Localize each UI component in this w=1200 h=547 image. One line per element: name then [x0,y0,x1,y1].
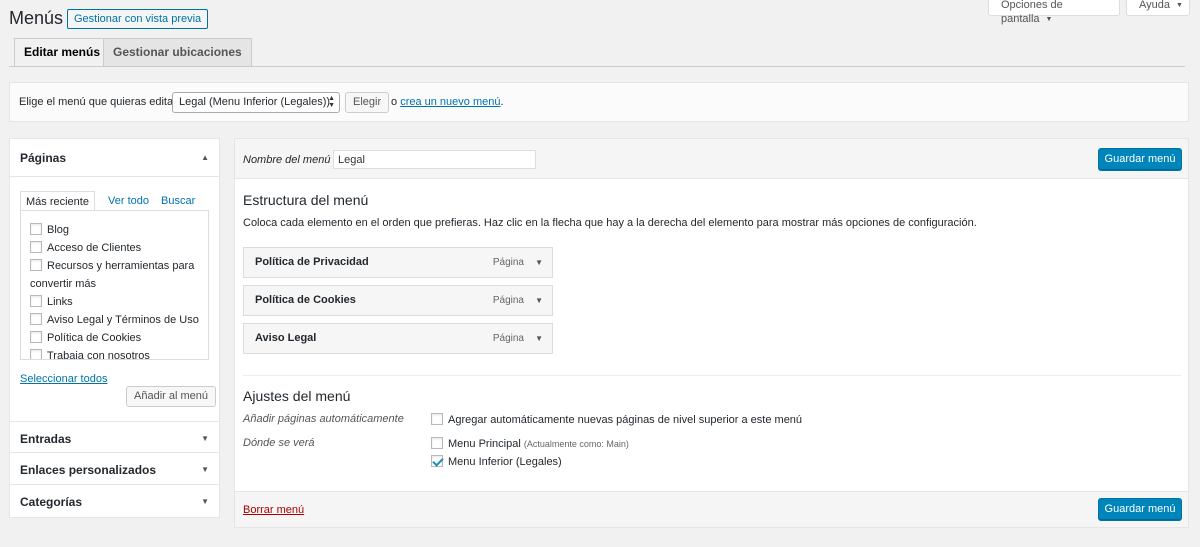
list-item-label: Recursos y herramientas para [47,260,195,272]
save-menu-button[interactable]: Guardar menú [1098,148,1182,171]
subtab-search[interactable]: Buscar [156,191,200,211]
pages-section-title: Páginas [20,151,67,165]
menu-name-label: Nombre del menú [243,154,331,166]
caret-down-icon: ▼ [201,465,209,474]
menu-item-title: Política de Cookies [255,294,356,306]
menu-structure-description: Coloca cada elemento en el orden que pre… [243,217,977,229]
save-menu-button-bottom[interactable]: Guardar menú [1098,498,1182,521]
select-menu-label: Elige el menú que quieras editar: [19,96,180,108]
menu-item-legal-notice[interactable]: Aviso Legal Página ▼ [243,323,553,354]
tab-edit-menus[interactable]: Editar menús [14,38,111,67]
auto-add-label: Añadir páginas automáticamente [243,413,404,425]
menu-structure-title: Estructura del menú [243,192,369,208]
list-item[interactable]: Política de Cookies [30,329,202,347]
auto-add-option-label: Agregar automáticamente nuevas páginas d… [448,414,803,426]
or-text: o [391,96,398,108]
manage-with-preview-button[interactable]: Gestionar con vista previa [67,9,209,29]
screen-options-label: Opciones de pantalla [1001,0,1063,25]
pages-checklist[interactable]: Blog Acceso de Clientes Recursos y herra… [20,210,209,360]
location-footer-checkbox[interactable] [431,455,443,467]
list-item[interactable]: Recursos y herramientas para [30,257,202,275]
caret-down-icon[interactable]: ▼ [535,248,543,277]
subtab-most-recent[interactable]: Más reciente [20,191,95,211]
custom-links-section-title: Enlaces personalizados [20,463,157,477]
list-item-label: Política de Cookies [47,332,142,344]
location-label: Dónde se verá [243,437,315,449]
help-label: Ayuda [1139,0,1170,11]
checkbox[interactable] [30,259,42,271]
list-item[interactable]: Blog [30,221,202,239]
caret-up-icon: ▲ [201,153,209,162]
settings-divider [243,375,1181,376]
list-item-continuation: convertir más [30,278,97,290]
auto-add-option[interactable]: Agregar automáticamente nuevas páginas d… [431,413,802,426]
categories-section-title: Categorías [20,495,83,509]
menu-item-title: Aviso Legal [255,332,317,344]
checkbox[interactable] [30,241,42,253]
posts-section-header[interactable]: Entradas ▼ [10,421,219,453]
menu-select-value: Legal (Menu Inferior (Legales)) [179,96,331,108]
location-main-checkbox[interactable] [431,437,443,449]
list-item-label: Aviso Legal y Términos de Uso [47,314,199,326]
menu-footer: Borrar menú Guardar menú [235,491,1188,527]
tabs-divider [9,66,1185,67]
help-button[interactable]: Ayuda ▼ [1126,0,1190,16]
auto-add-checkbox[interactable] [431,413,443,425]
caret-down-icon: ▼ [201,434,209,443]
page-title: Menús [9,8,64,28]
subtab-view-all[interactable]: Ver todo [103,191,154,211]
add-menu-items-panel: Páginas ▲ Más reciente Ver todo Buscar B… [9,138,220,518]
posts-section-title: Entradas [20,432,72,446]
menu-item-privacy-policy[interactable]: Política de Privacidad Página ▼ [243,247,553,278]
menu-item-title: Política de Privacidad [255,256,369,268]
tab-manage-locations[interactable]: Gestionar ubicaciones [103,38,252,66]
select-arrows-icon: ▲ ▼ [328,95,335,109]
caret-down-icon: ▼ [1176,2,1183,9]
menu-header: Nombre del menú Guardar menú [235,139,1188,179]
location-main-note: (Actualmente como: Main) [523,439,629,449]
pages-section-header[interactable]: Páginas ▲ [10,139,219,177]
create-menu-text: o crea un nuevo menú. [391,96,504,108]
caret-down-icon[interactable]: ▼ [535,324,543,353]
checkbox[interactable] [30,349,42,359]
menu-item-type: Página [492,257,524,268]
menu-select[interactable]: Legal (Menu Inferior (Legales)) ▲ ▼ [172,92,340,113]
create-new-menu-link[interactable]: crea un nuevo menú [400,96,500,108]
caret-down-icon: ▼ [1045,16,1053,23]
list-item[interactable]: Trabaja con nosotros [30,347,202,360]
period-text: . [500,96,504,108]
list-item[interactable]: Links [30,293,202,311]
manage-menus-bar: Elige el menú que quieras editar: Legal … [9,82,1189,122]
list-item-label: Blog [47,224,70,236]
menu-item-type: Página [492,295,524,306]
select-all-link[interactable]: Seleccionar todos [20,373,107,385]
pages-subtabs: Más reciente Ver todo Buscar [20,191,209,211]
menu-settings-title: Ajustes del menú [243,388,351,404]
location-main-label: Menu Principal [448,438,521,450]
menu-name-input[interactable] [333,150,536,169]
screen-options-button[interactable]: Opciones de pantalla ▼ [988,0,1120,25]
menu-item-type: Página [492,333,524,344]
location-footer-label: Menu Inferior (Legales) [448,456,562,468]
caret-down-icon[interactable]: ▼ [535,286,543,315]
categories-section-header[interactable]: Categorías ▼ [10,485,219,517]
list-item-label: Links [47,296,73,308]
list-item-label: Acceso de Clientes [47,242,142,254]
list-item-label: Trabaja con nosotros [47,350,150,360]
add-to-menu-button[interactable]: Añadir al menú [126,386,216,407]
list-item[interactable]: Acceso de Clientes [30,239,202,257]
location-footer-option[interactable]: Menu Inferior (Legales) [431,455,562,468]
custom-links-section-header[interactable]: Enlaces personalizados ▼ [10,453,219,485]
delete-menu-link[interactable]: Borrar menú [243,504,304,516]
menu-item-cookie-policy[interactable]: Política de Cookies Página ▼ [243,285,553,316]
checkbox[interactable] [30,223,42,235]
menu-edit-panel: Nombre del menú Guardar menú Estructura … [234,138,1189,528]
caret-down-icon: ▼ [201,497,209,506]
checkbox[interactable] [30,313,42,325]
select-menu-button[interactable]: Elegir [345,92,390,113]
location-main-option[interactable]: Menu Principal (Actualmente como: Main) [431,437,629,450]
checkbox[interactable] [30,331,42,343]
checkbox[interactable] [30,295,42,307]
list-item[interactable]: Aviso Legal y Términos de Uso [30,311,202,329]
